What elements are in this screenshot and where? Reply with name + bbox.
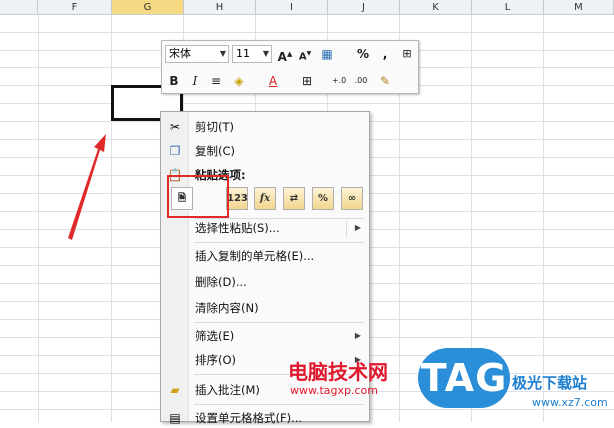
- font-name-value: 宋体: [169, 47, 191, 60]
- transpose-icon: ⇄: [289, 193, 299, 204]
- format-cells-icon: ▤: [169, 411, 181, 425]
- menu-item-copy[interactable]: 复制(C): [195, 141, 235, 161]
- submenu-arrow-icon[interactable]: ▶: [355, 331, 361, 340]
- font-name-combo[interactable]: 宋体 ▼: [165, 45, 229, 63]
- font-color-icon[interactable]: A: [264, 72, 282, 90]
- link-icon: ∞: [347, 193, 357, 204]
- menu-item-insert-comment[interactable]: 插入批注(M): [195, 380, 260, 400]
- menu-item-delete[interactable]: 删除(D)...: [195, 272, 247, 292]
- merge-center-icon[interactable]: ⊞: [398, 45, 416, 63]
- grow-font-icon[interactable]: A▲: [276, 45, 294, 64]
- font-size-value: 11: [236, 47, 250, 60]
- highlight-box: [167, 175, 229, 218]
- fill-color-icon[interactable]: ◈: [230, 72, 248, 90]
- shrink-font-icon[interactable]: A▼: [296, 45, 314, 63]
- bold-icon[interactable]: B: [165, 72, 183, 90]
- paste-formulas-button[interactable]: fx: [254, 187, 276, 210]
- chevron-down-icon[interactable]: ▼: [220, 46, 226, 62]
- menu-separator: [346, 221, 347, 237]
- paste-values-button[interactable]: 123: [226, 187, 248, 210]
- watermark-site-url: www.tagxp.com: [290, 384, 378, 397]
- menu-separator: [194, 404, 364, 405]
- paste-link-button[interactable]: ∞: [341, 187, 363, 210]
- chevron-down-icon[interactable]: ▼: [263, 46, 269, 62]
- watermark-site-name: 电脑技术网: [288, 360, 388, 384]
- menu-item-paste-special[interactable]: 选择性粘贴(S)...: [195, 218, 280, 238]
- menu-item-cut[interactable]: 剪切(T): [195, 117, 234, 137]
- submenu-arrow-icon[interactable]: ▶: [355, 223, 361, 232]
- scissors-icon: ✂: [169, 120, 181, 134]
- tag-logo: TAG: [418, 348, 510, 408]
- menu-item-insert-copied-cells[interactable]: 插入复制的单元格(E)...: [195, 246, 314, 266]
- paste-formulas-icon: fx: [259, 193, 271, 204]
- font-size-combo[interactable]: 11 ▼: [232, 45, 272, 63]
- comma-style-button[interactable]: ,: [376, 45, 394, 63]
- menu-item-filter[interactable]: 筛选(E): [195, 326, 234, 346]
- menu-item-sort[interactable]: 排序(O): [195, 350, 236, 370]
- increase-decimal-icon[interactable]: +.0: [330, 72, 348, 90]
- paste-formatting-button[interactable]: %: [312, 187, 334, 210]
- center-align-icon[interactable]: ≡: [207, 72, 225, 90]
- accounting-format-icon[interactable]: ▦: [318, 45, 336, 63]
- menu-item-clear-contents[interactable]: 清除内容(N): [195, 298, 259, 318]
- italic-icon[interactable]: I: [186, 72, 204, 90]
- percent-style-button[interactable]: %: [354, 45, 372, 63]
- menu-separator: [194, 242, 364, 243]
- percent-format-icon: %: [317, 193, 329, 204]
- copy-icon: ❐: [169, 144, 181, 158]
- watermark-right-url: www.xz7.com: [532, 396, 608, 409]
- paste-values-icon: 123: [227, 193, 248, 204]
- mini-toolbar: 宋体 ▼ 11 ▼ A▲ A▼ ▦ % , ⊞ B I ≡ ◈ A ⊞ +.0 …: [161, 40, 419, 94]
- decrease-decimal-icon[interactable]: .00: [352, 72, 370, 90]
- comment-icon: ▰: [170, 383, 180, 397]
- menu-separator: [194, 322, 364, 323]
- borders-icon[interactable]: ⊞: [298, 72, 316, 90]
- menu-item-format-cells[interactable]: 设置单元格格式(F)...: [195, 408, 302, 428]
- watermark-right-name: 极光下载站: [512, 374, 588, 392]
- format-painter-icon[interactable]: ✎: [376, 72, 394, 90]
- paste-transpose-button[interactable]: ⇄: [283, 187, 305, 210]
